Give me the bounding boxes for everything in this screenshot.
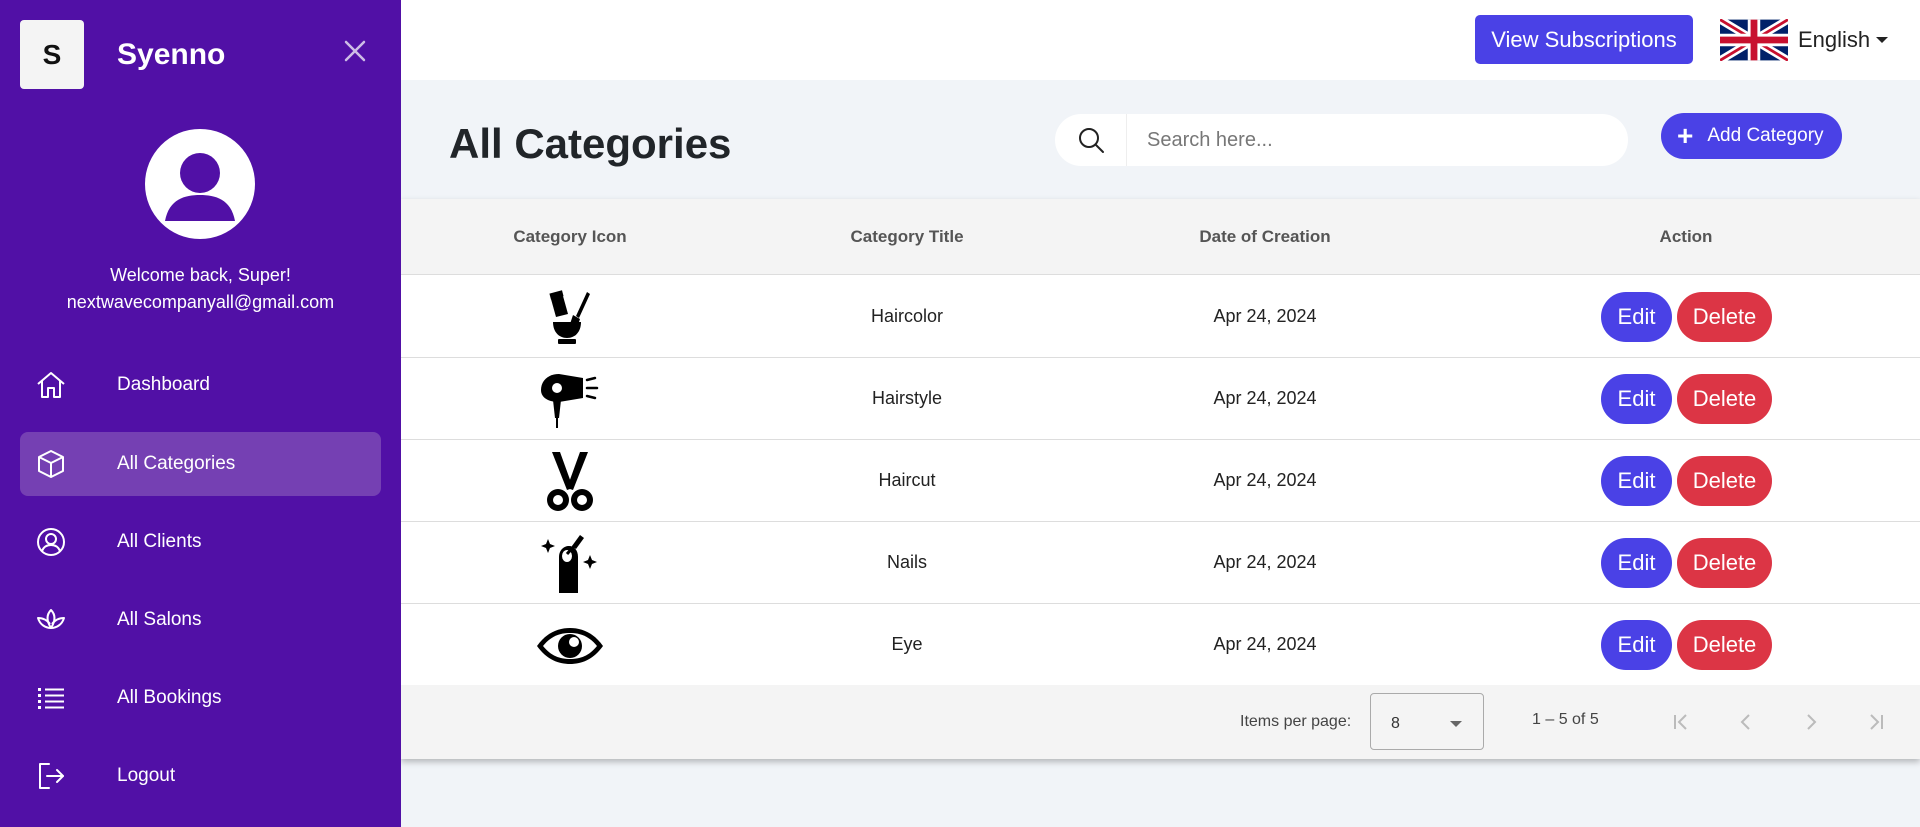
edit-button[interactable]: Edit [1601,456,1672,506]
cube-icon [33,446,69,482]
previous-page-button[interactable] [1732,708,1760,736]
logo-letter: S [42,38,62,70]
sidebar-item-label: All Salons [117,609,202,630]
page-range-label: 1 – 5 of 5 [1532,711,1599,728]
categories-table: Category Icon Category Title Date of Cre… [401,199,1920,759]
category-title: Eye [891,634,923,654]
table-header: Category Icon Category Title Date of Cre… [401,199,1920,275]
nail-polish-icon [535,533,605,595]
language-label: English [1798,27,1871,52]
edit-button[interactable]: Edit [1601,374,1672,424]
items-per-page-label: Items per page: [1240,713,1352,730]
last-page-button[interactable] [1862,708,1890,736]
category-title: Nails [886,552,928,572]
scissors-icon [535,451,605,513]
creation-date: Apr 24, 2024 [1213,306,1317,326]
user-avatar-icon [165,153,235,221]
close-icon [344,40,366,62]
first-page-button[interactable] [1667,708,1695,736]
creation-date: Apr 24, 2024 [1213,634,1317,654]
language-selector[interactable]: English [1720,19,1889,61]
dropdown-arrow-icon [1450,721,1462,727]
eye-icon [535,615,605,677]
category-title: Haircut [878,470,936,490]
chevron-right-icon [1807,714,1817,730]
delete-button[interactable]: Delete [1677,538,1772,588]
search-icon [1055,114,1127,166]
user-circle-icon [33,524,69,560]
sidebar-item-logout[interactable]: Logout [20,744,381,808]
edit-button[interactable]: Edit [1601,538,1672,588]
table-row: Nails Apr 24, 2024 Edit Delete [401,522,1920,604]
delete-button[interactable]: Delete [1677,620,1772,670]
close-sidebar-button[interactable] [338,34,372,68]
sidebar-item-label: Dashboard [117,374,210,395]
logout-icon [33,758,69,794]
logo: S [20,20,84,89]
welcome-text: Welcome back, Super! [110,265,291,285]
uk-flag-icon [1720,19,1788,61]
page-title: All Categories [449,120,732,167]
user-email: nextwavecompanyall@gmail.com [66,292,335,312]
view-subscriptions-button[interactable]: View Subscriptions [1475,15,1693,64]
lotus-icon [33,602,69,638]
haircolor-icon [535,287,605,349]
sidebar-item-all-bookings[interactable]: All Bookings [20,666,381,730]
chevron-down-icon [1876,37,1889,43]
column-header-date: Date of Creation [1199,227,1331,246]
brand-name: Syenno [117,38,226,71]
sidebar-item-dashboard[interactable]: Dashboard [20,353,381,417]
first-page-icon [1674,714,1687,730]
home-icon [33,367,69,403]
table-row: Haircut Apr 24, 2024 Edit Delete [401,440,1920,522]
column-header-title: Category Title [850,227,964,246]
creation-date: Apr 24, 2024 [1213,388,1317,408]
plus-icon: + [1677,120,1694,151]
search-input[interactable] [1127,128,1607,152]
creation-date: Apr 24, 2024 [1213,552,1317,572]
items-per-page-select[interactable]: 8 [1370,693,1484,750]
avatar [145,129,255,239]
delete-button[interactable]: Delete [1677,456,1772,506]
add-category-label: Add Category [1707,125,1824,146]
paginator: Items per page: 8 1 – 5 of 5 [401,685,1920,759]
search-box [1055,114,1628,166]
table-row: Eye Apr 24, 2024 Edit Delete [401,604,1920,686]
next-page-button[interactable] [1797,708,1825,736]
table-row: Haircolor Apr 24, 2024 Edit Delete [401,276,1920,358]
last-page-icon [1870,714,1883,730]
sidebar-item-label: Logout [117,765,176,786]
items-per-page-value: 8 [1391,715,1400,732]
edit-button[interactable]: Edit [1601,620,1672,670]
delete-button[interactable]: Delete [1677,374,1772,424]
table-row: Hairstyle Apr 24, 2024 Edit Delete [401,358,1920,440]
sidebar-item-all-salons[interactable]: All Salons [20,588,381,652]
sidebar: S Syenno Welcome back, Super! nextwaveco… [0,0,401,827]
column-header-icon: Category Icon [513,227,627,246]
hairdryer-icon [535,369,605,431]
category-title: Haircolor [870,306,944,326]
sidebar-item-label: All Clients [117,531,202,552]
delete-button[interactable]: Delete [1677,292,1772,342]
sidebar-item-all-clients[interactable]: All Clients [20,510,381,574]
creation-date: Apr 24, 2024 [1213,470,1317,490]
chevron-left-icon [1740,714,1750,730]
sidebar-item-label: All Bookings [117,687,222,708]
sidebar-item-label: All Categories [117,453,236,474]
list-icon [33,680,69,716]
sidebar-item-all-categories[interactable]: All Categories [20,432,381,496]
edit-button[interactable]: Edit [1601,292,1672,342]
category-title: Hairstyle [871,388,943,408]
add-category-button[interactable]: + Add Category [1661,113,1842,159]
column-header-action: Action [1659,227,1713,246]
